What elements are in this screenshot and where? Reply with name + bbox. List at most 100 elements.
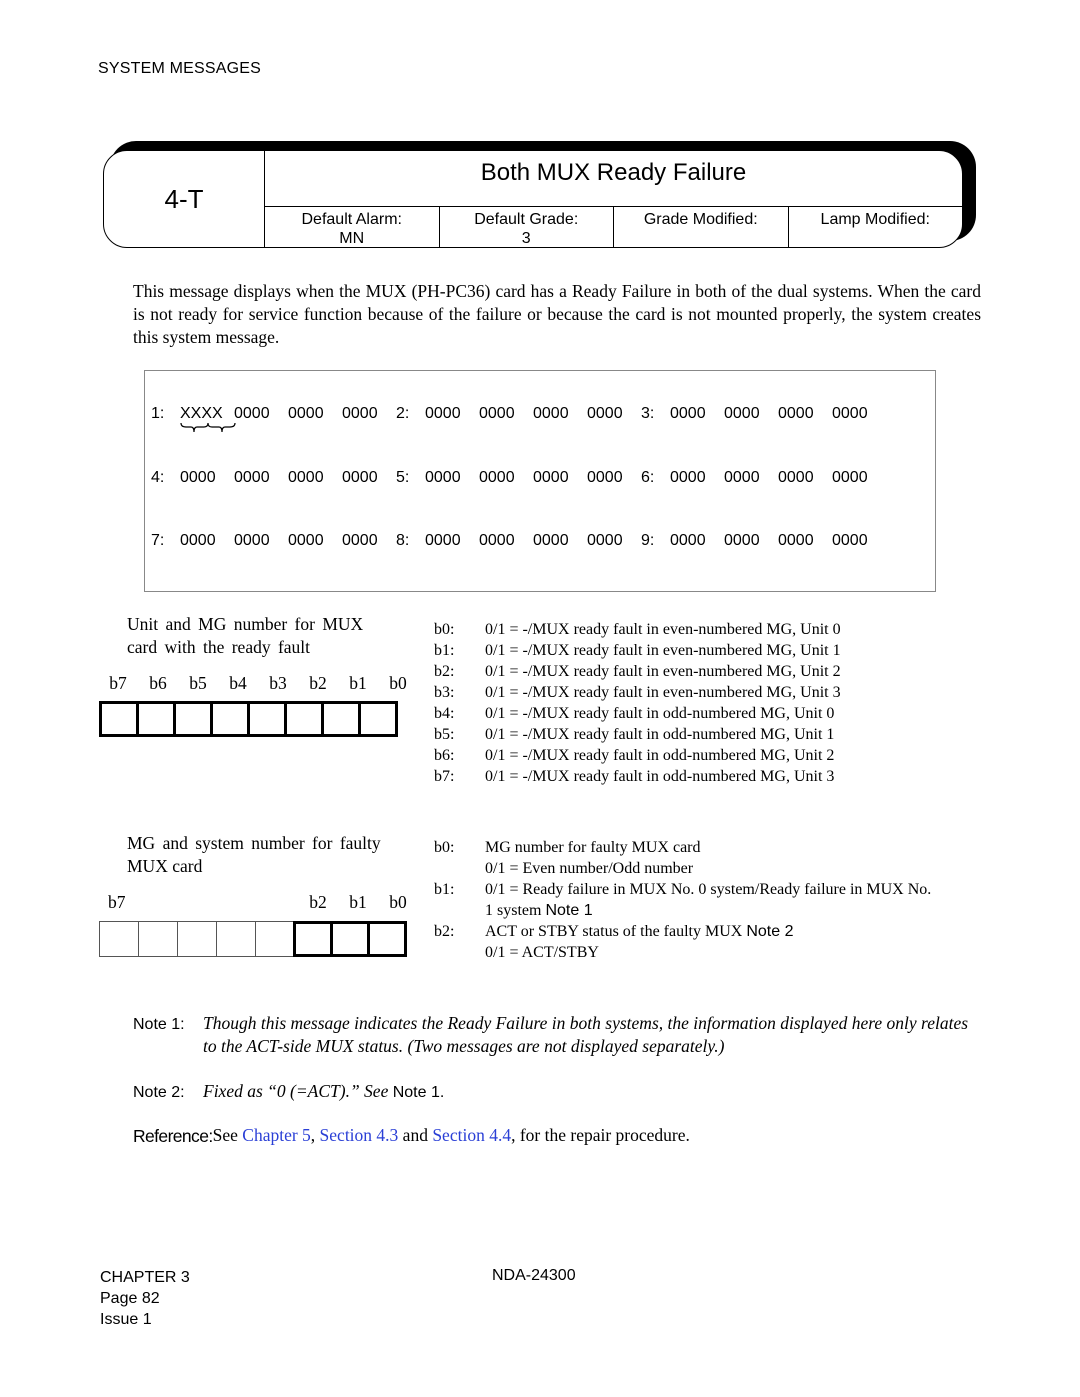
note-2-body: Fixed as “0 (=ACT).” See Note 1. bbox=[203, 1080, 444, 1104]
reference-body: See Chapter 5, Section 4.3 and Section 4… bbox=[213, 1124, 690, 1148]
link-chapter-5[interactable]: Chapter 5 bbox=[242, 1125, 311, 1145]
data-word: 0000 bbox=[533, 405, 569, 422]
default-alarm-label: Default Alarm: bbox=[301, 211, 402, 228]
bit-description-key: b0: bbox=[434, 621, 455, 638]
bit-description-text: 0/1 = -/MUX ready fault in odd-numbered … bbox=[485, 747, 835, 764]
link-section-4-4[interactable]: Section 4.4 bbox=[432, 1125, 511, 1145]
data-word: 0000 bbox=[479, 532, 515, 549]
bit-description: b5: 0/1 = -/MUX ready fault in odd-number… bbox=[434, 724, 894, 745]
bit-description: b1: 0/1 = Ready failure in MUX No. 0 syst… bbox=[434, 879, 994, 900]
bit-description-text: 0/1 = -/MUX ready fault in even-numbered… bbox=[485, 684, 841, 701]
bit-table-1-caption: Unit and MG number for MUX card with the… bbox=[127, 613, 363, 659]
note-reference: Note 2 bbox=[746, 923, 794, 940]
reference-and: and bbox=[402, 1125, 428, 1145]
data-word: 0000 bbox=[587, 532, 623, 549]
default-grade-value: 3 bbox=[521, 230, 531, 247]
reference-label: Reference: bbox=[133, 1126, 213, 1146]
data-word: 0000 bbox=[670, 405, 706, 422]
bit-cell bbox=[284, 701, 324, 737]
message-title: Both MUX Ready Failure bbox=[480, 159, 747, 186]
data-word: 0000 bbox=[670, 532, 706, 549]
data-word: 0000 bbox=[832, 405, 868, 422]
data-word: 0000 bbox=[587, 469, 623, 486]
message-data-row: 4: 0000 0000 0000 0000 5: 0000 0000 0000 0000 6: 00… bbox=[151, 469, 886, 487]
data-word: 0000 bbox=[724, 469, 760, 486]
bit-table-1-grid bbox=[99, 701, 398, 737]
lamp-modified-cell: Lamp Modified: bbox=[787, 207, 963, 247]
bit-description-body: 1 system Note 1 bbox=[485, 900, 994, 921]
bit-description-body: MG number for faulty MUX card bbox=[485, 837, 994, 858]
bit-description-key: b1: bbox=[434, 642, 455, 659]
bit-description-key: b3: bbox=[434, 684, 455, 701]
footer-page: Page 82 bbox=[100, 1290, 160, 1307]
data-word: 0000 bbox=[234, 532, 270, 549]
link-section-4-3[interactable]: Section 4.3 bbox=[320, 1125, 399, 1145]
bit-cell-unused bbox=[216, 921, 256, 957]
footer-chapter: CHAPTER 3 bbox=[100, 1269, 190, 1286]
data-word: 0000 bbox=[724, 532, 760, 549]
bit-description: 0/1 = ACT/STBY bbox=[434, 942, 994, 963]
bit-description: b2: ACT or STBY status of the faulty MUX … bbox=[434, 921, 994, 942]
bit-label: b2 bbox=[309, 673, 327, 693]
bit-label: b1 bbox=[349, 892, 367, 912]
bit-description: b2: 0/1 = -/MUX ready fault in even-numbe… bbox=[434, 661, 894, 682]
bit-cell bbox=[210, 701, 250, 737]
note-1: Note 1: Though this message indicates th… bbox=[133, 1012, 983, 1058]
lamp-modified-label: Lamp Modified: bbox=[820, 211, 930, 228]
bit-description-text: 0/1 = -/MUX ready fault in odd-numbered … bbox=[485, 768, 835, 785]
bit-table-2-grid bbox=[99, 921, 407, 957]
note-2-suffix: . bbox=[439, 1084, 445, 1101]
default-alarm-value: MN bbox=[339, 230, 365, 247]
note-2: Note 2: Fixed as “0 (=ACT).” See Note 1. bbox=[133, 1080, 983, 1104]
default-alarm-cell: Default Alarm: MN bbox=[265, 207, 439, 247]
bit-table-2-descriptions: b0: MG number for faulty MUX card 0/1 = Ev… bbox=[434, 837, 994, 963]
data-word: XXXX bbox=[180, 405, 223, 422]
bit-table-2-label-b7: b7 bbox=[108, 892, 126, 912]
data-word: 0000 bbox=[425, 532, 461, 549]
bit-table-2-caption-line2: MUX card bbox=[127, 856, 203, 876]
data-word: 0000 bbox=[234, 469, 270, 486]
data-word: 0000 bbox=[342, 532, 378, 549]
bit-cell bbox=[358, 701, 398, 737]
bit-description-body: 0/1 = ACT/STBY bbox=[485, 942, 994, 963]
bit-description-text: 0/1 = -/MUX ready fault in odd-numbered … bbox=[485, 705, 835, 722]
bit-description: b0: 0/1 = -/MUX ready fault in even-numbe… bbox=[434, 619, 894, 640]
data-word: 0000 bbox=[533, 532, 569, 549]
note-reference: Note 1 bbox=[545, 902, 593, 919]
bit-cell-used bbox=[367, 921, 407, 957]
bit-label: b7 bbox=[109, 673, 127, 693]
default-grade-cell: Default Grade: 3 bbox=[438, 207, 614, 247]
data-word: 0000 bbox=[288, 532, 324, 549]
reference-comma: , bbox=[310, 1125, 316, 1145]
bit-description-text: 0/1 = -/MUX ready fault in even-numbered… bbox=[485, 663, 841, 680]
bit-description: b1: 0/1 = -/MUX ready fault in even-numbe… bbox=[434, 640, 894, 661]
word-group-label: 4: bbox=[151, 469, 165, 486]
bit-description-key: b1: bbox=[434, 881, 455, 898]
reference-prefix: See bbox=[212, 1125, 238, 1145]
bit-description-body: ACT or STBY status of the faulty MUX Not… bbox=[485, 921, 994, 942]
data-word: 0000 bbox=[479, 405, 515, 422]
message-data-row: 1: XXXX 0000 0000 0000 2: 0000 0000 0000 0000 3: 00… bbox=[151, 405, 886, 423]
bit-table-2-caption: MG and system number for faulty MUX card bbox=[127, 832, 381, 878]
bit-label: b6 bbox=[149, 673, 167, 693]
default-grade-label: Default Grade: bbox=[474, 211, 579, 228]
bit-description-body: 0/1 = Ready failure in MUX No. 0 system/… bbox=[485, 879, 994, 900]
bit-description-text: 0/1 = -/MUX ready fault in even-numbered… bbox=[485, 621, 841, 638]
bit-label: b4 bbox=[229, 673, 247, 693]
bit-description-text: 0/1 = ACT/STBY bbox=[485, 944, 599, 961]
word-group-label: 3: bbox=[641, 405, 655, 422]
bit-description-text: 0/1 = -/MUX ready fault in even-numbered… bbox=[485, 642, 841, 659]
bit-description-key: b4: bbox=[434, 705, 455, 722]
data-word: 0000 bbox=[425, 405, 461, 422]
message-description: This message displays when the MUX (PH-P… bbox=[133, 281, 981, 347]
data-word: 0000 bbox=[479, 469, 515, 486]
data-word: 0000 bbox=[533, 469, 569, 486]
bit-table-2-labels: b2 b1 b0 bbox=[298, 892, 418, 913]
bit-description-text: 0/1 = Even number/Odd number bbox=[485, 860, 694, 877]
bit-description-text: ACT or STBY status of the faulty MUX bbox=[485, 923, 743, 940]
bit-cell bbox=[136, 701, 176, 737]
bit-cell-unused bbox=[99, 921, 139, 957]
data-word: 0000 bbox=[724, 405, 760, 422]
bit-description: b7: 0/1 = -/MUX ready fault in odd-number… bbox=[434, 766, 894, 787]
bit-label: b1 bbox=[349, 673, 367, 693]
